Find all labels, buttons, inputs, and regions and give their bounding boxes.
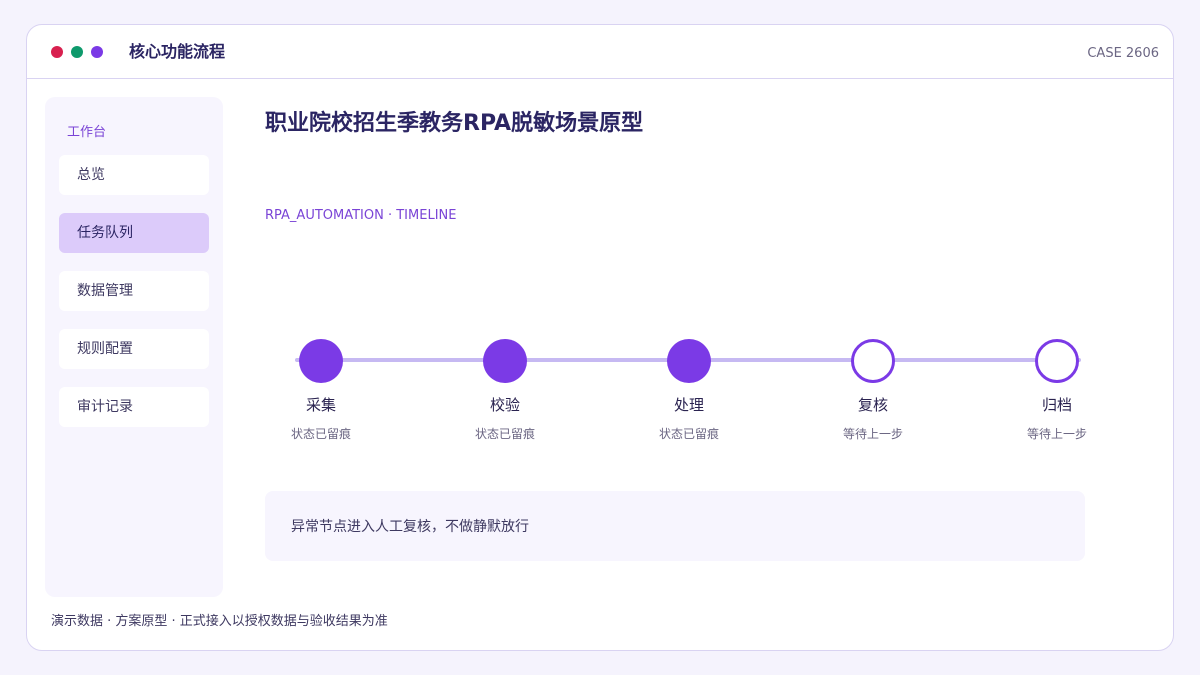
step-label: 复核 <box>857 396 888 414</box>
timeline-step-validate[interactable]: 校验 状态已留痕 <box>445 325 565 455</box>
step-status: 状态已留痕 <box>658 427 719 441</box>
step-status: 状态已留痕 <box>474 427 535 441</box>
exception-note-text: 异常节点进入人工复核，不做静默放行 <box>291 519 529 535</box>
footer-disclaimer: 演示数据 · 方案原型 · 正式接入以授权数据与验收结果为准 <box>51 614 388 629</box>
timeline-step-archive[interactable]: 归档 等待上一步 <box>997 325 1117 455</box>
minimize-window-dot[interactable] <box>91 46 103 58</box>
sidebar-item-data-management[interactable]: 数据管理 <box>59 271 209 311</box>
sidebar-item-audit-log[interactable]: 审计记录 <box>59 387 209 427</box>
step-label: 采集 <box>305 396 336 414</box>
step-status: 状态已留痕 <box>290 427 351 441</box>
close-window-dot[interactable] <box>51 46 63 58</box>
page-title: 职业院校招生季教务RPA脱敏场景原型 <box>265 111 644 136</box>
case-label: CASE 2606 <box>1087 46 1159 61</box>
app-window: 核心功能流程 CASE 2606 工作台 总览 任务队列 数据管理 规则配置 审… <box>26 24 1174 651</box>
step-status: 等待上一步 <box>842 427 903 441</box>
timeline-step-collect[interactable]: 采集 状态已留痕 <box>261 325 381 455</box>
step-marker-pending <box>851 339 895 383</box>
exception-note-box: 异常节点进入人工复核，不做静默放行 <box>265 491 1085 561</box>
process-timeline: 采集 状态已留痕 校验 状态已留痕 处理 状态已留痕 复核 等待上一步 归档 等… <box>265 325 1105 455</box>
title-bar: 核心功能流程 CASE 2606 <box>27 25 1173 79</box>
sidebar-item-rule-config[interactable]: 规则配置 <box>59 329 209 369</box>
page-subtitle: RPA_AUTOMATION · TIMELINE <box>265 208 457 223</box>
step-marker-done <box>299 339 343 383</box>
sidebar-item-task-queue[interactable]: 任务队列 <box>59 213 209 253</box>
timeline-step-review[interactable]: 复核 等待上一步 <box>813 325 933 455</box>
sidebar: 工作台 总览 任务队列 数据管理 规则配置 审计记录 <box>45 97 223 597</box>
maximize-window-dot[interactable] <box>71 46 83 58</box>
step-marker-done <box>483 339 527 383</box>
step-marker-done <box>667 339 711 383</box>
step-marker-pending <box>1035 339 1079 383</box>
app-title: 核心功能流程 <box>129 42 226 61</box>
step-label: 处理 <box>673 396 704 414</box>
step-status: 等待上一步 <box>1026 427 1087 441</box>
timeline-step-process[interactable]: 处理 状态已留痕 <box>629 325 749 455</box>
step-label: 归档 <box>1041 396 1072 414</box>
sidebar-item-overview[interactable]: 总览 <box>59 155 209 195</box>
sidebar-heading: 工作台 <box>67 125 107 140</box>
step-label: 校验 <box>489 396 520 414</box>
